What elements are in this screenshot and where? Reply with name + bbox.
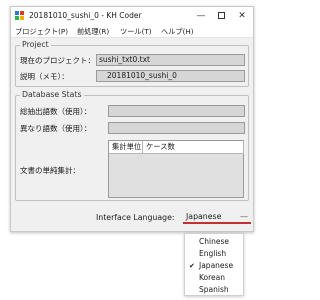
project-group-title: Project [20, 40, 51, 49]
menu-preprocess[interactable]: 前処理(R) [77, 27, 109, 37]
language-dropdown-menu: Chinese English ✔ Japanese Korean Spanish [184, 233, 244, 296]
doc-units-table[interactable]: 集計単位 ケース数 [108, 140, 244, 198]
distinct-words-field [108, 122, 245, 134]
menu-bar: プロジェクト(P) 前処理(R) ツール(T) ヘルプ(H) [11, 25, 253, 38]
project-group: Project 現在のプロジェクト： sushi_txt0.txt 説明（メモ）… [15, 40, 249, 87]
close-button[interactable]: ✕ [232, 9, 252, 23]
language-select[interactable]: Japanese — [183, 211, 251, 224]
app-icon [15, 11, 25, 21]
maximize-button[interactable] [211, 9, 231, 23]
memo-field: 20181010_sushi_0 [96, 70, 245, 82]
table-header-cases[interactable]: ケース数 [143, 141, 244, 154]
distinct-words-label: 異なり語数（使用）： [20, 124, 92, 133]
checkmark-icon: ✔ [189, 262, 195, 270]
total-words-field [108, 105, 245, 117]
title-bar: 20181010_sushi_0 - KH Coder — ✕ [11, 7, 253, 25]
memo-label: 説明（メモ）： [20, 72, 69, 81]
language-option-label: Chinese [199, 237, 229, 246]
language-option-korean[interactable]: Korean [185, 272, 243, 284]
main-window: 20181010_sushi_0 - KH Coder — ✕ プロジェクト(P… [10, 6, 254, 232]
menu-project[interactable]: プロジェクト(P) [15, 27, 68, 37]
language-option-chinese[interactable]: Chinese [185, 236, 243, 248]
minimize-button[interactable]: — [191, 9, 211, 23]
window-title: 20181010_sushi_0 - KH Coder [29, 11, 142, 20]
maximize-icon [217, 12, 225, 19]
interface-language-label: Interface Language: [96, 213, 175, 222]
language-select-value: Japanese [186, 212, 222, 221]
table-header-unit[interactable]: 集計単位 [109, 141, 143, 154]
language-option-label: Japanese [199, 261, 234, 270]
dropdown-arrow-icon: — [240, 212, 248, 221]
language-option-japanese[interactable]: ✔ Japanese [185, 260, 243, 272]
language-option-label: English [199, 249, 227, 258]
current-project-label: 現在のプロジェクト： [20, 56, 95, 65]
database-stats-group: Database Stats 総抽出語数（使用）： 異なり語数（使用）： 文書の… [15, 90, 249, 201]
menu-tools[interactable]: ツール(T) [120, 27, 152, 37]
current-project-field: sushi_txt0.txt [96, 54, 245, 66]
language-option-label: Spanish [199, 285, 229, 294]
total-words-label: 総抽出語数（使用）： [20, 107, 92, 116]
doc-units-label: 文書の単純集計： [20, 166, 80, 175]
database-stats-title: Database Stats [20, 90, 84, 99]
language-option-english[interactable]: English [185, 248, 243, 260]
language-option-spanish[interactable]: Spanish [185, 284, 243, 296]
menu-help[interactable]: ヘルプ(H) [161, 27, 194, 37]
language-option-label: Korean [199, 273, 226, 282]
